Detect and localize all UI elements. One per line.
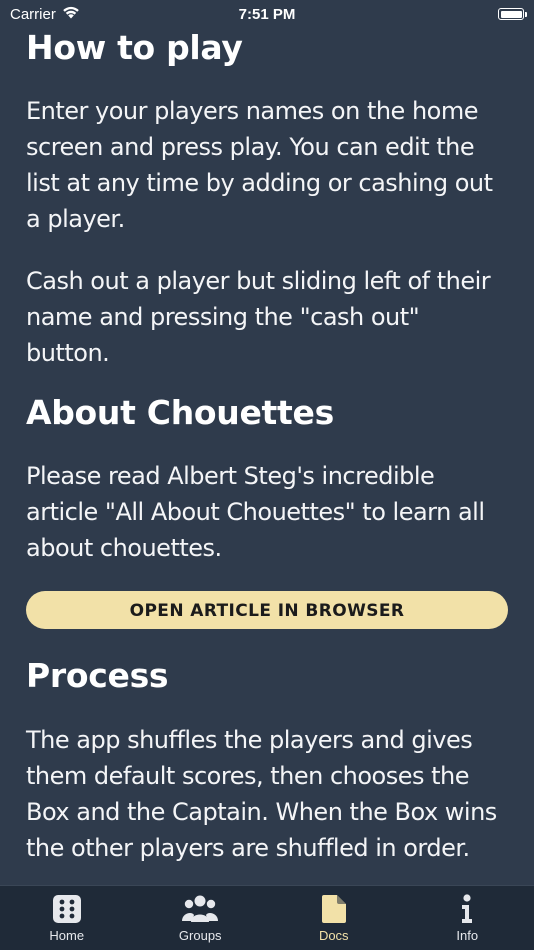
tab-bar: Home Groups Docs Info [0, 885, 534, 950]
carrier-label: Carrier [10, 5, 56, 23]
about-chouettes-paragraph: Please read Albert Steg's incredible art… [26, 462, 485, 562]
group-icon [182, 894, 219, 924]
document-icon [321, 894, 347, 924]
battery-icon [498, 8, 527, 20]
docs-content[interactable]: How to play Enter your players names on … [0, 26, 534, 861]
process-heading: Process [26, 656, 169, 695]
tab-groups[interactable]: Groups [134, 886, 268, 950]
open-article-button[interactable]: OPEN ARTICLE IN BROWSER [26, 591, 508, 629]
info-icon [459, 894, 475, 924]
process-paragraph: The app shuffles the players and gives t… [26, 726, 497, 861]
tab-docs-label: Docs [318, 928, 349, 943]
wifi-icon [62, 6, 80, 23]
tab-home[interactable]: Home [0, 886, 134, 950]
tab-groups-label: Groups [178, 928, 222, 943]
status-bar: Carrier 7:51 PM [0, 0, 534, 28]
status-left: Carrier [10, 6, 80, 23]
tab-home-label: Home [49, 928, 85, 943]
how-to-play-paragraph-2: Cash out a player but sliding left of th… [26, 267, 491, 367]
tab-info-label: Info [456, 928, 479, 943]
about-chouettes-heading: About Chouettes [26, 393, 334, 432]
tab-info[interactable]: Info [401, 886, 534, 950]
how-to-play-heading: How to play [26, 28, 243, 67]
how-to-play-paragraph-1: Enter your players names on the home scr… [26, 97, 493, 233]
tab-docs[interactable]: Docs [267, 886, 401, 950]
grid-icon [52, 894, 82, 924]
status-right [498, 8, 527, 20]
status-time: 7:51 PM [238, 5, 296, 23]
